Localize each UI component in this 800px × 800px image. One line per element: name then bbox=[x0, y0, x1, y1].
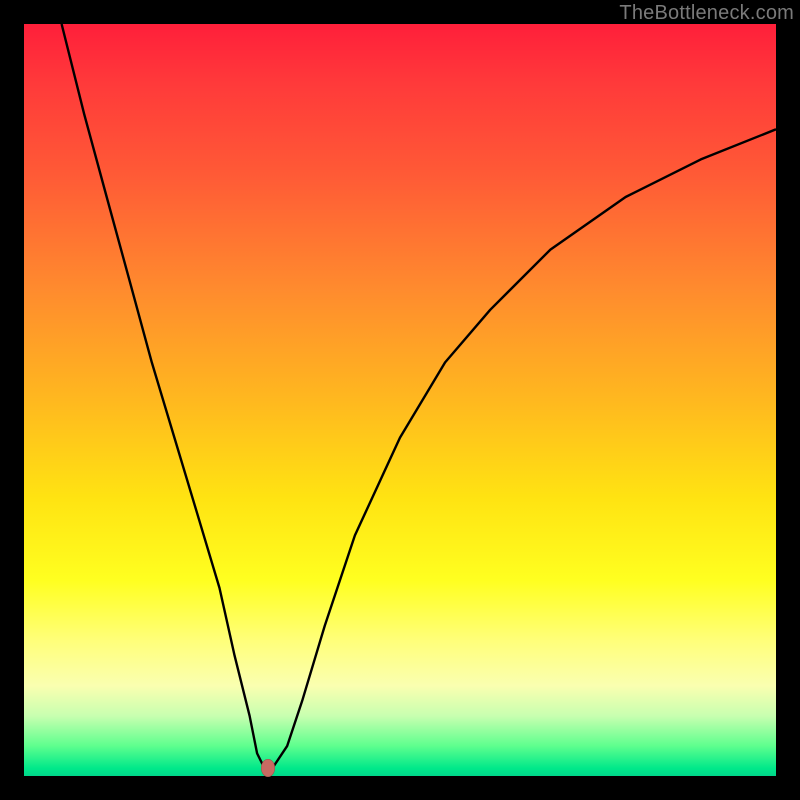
bottleneck-curve bbox=[62, 24, 776, 769]
curve-layer bbox=[24, 24, 776, 776]
plot-area bbox=[24, 24, 776, 776]
watermark-text: TheBottleneck.com bbox=[619, 2, 794, 25]
chart-frame: TheBottleneck.com bbox=[0, 0, 800, 800]
